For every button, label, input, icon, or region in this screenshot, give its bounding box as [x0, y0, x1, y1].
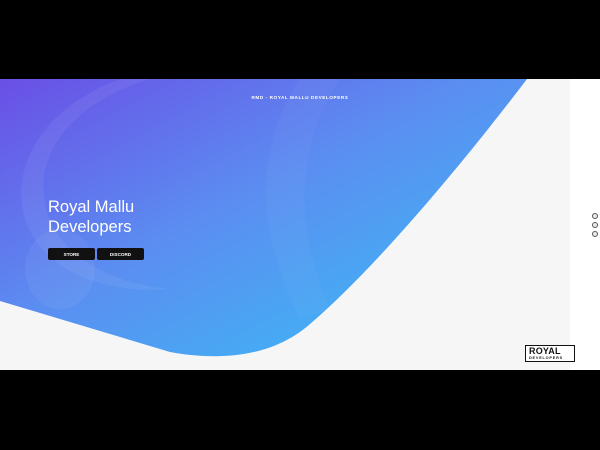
side-icon-bar	[592, 213, 600, 237]
logo-sub-text: DEVELOPERS	[529, 355, 563, 360]
royal-developers-logo[interactable]: ROYAL DEVELOPERS	[525, 345, 575, 362]
hero-title: Royal Mallu Developers	[48, 197, 248, 237]
support-icon[interactable]	[592, 222, 598, 228]
chat-icon[interactable]	[592, 213, 598, 219]
hero-title-line-2: Developers	[48, 218, 132, 236]
store-button[interactable]: STORE	[48, 248, 95, 260]
top-nav-title[interactable]: RMD - ROYAL MALLU DEVELOPERS	[0, 95, 600, 100]
landing-page: RMD - ROYAL MALLU DEVELOPERS Royal Mallu…	[0, 79, 600, 370]
hero-title-line-1: Royal Mallu	[48, 198, 135, 216]
discord-button[interactable]: DISCORD	[97, 248, 144, 260]
logo-main-text: ROYAL	[529, 346, 561, 356]
circle-icon[interactable]	[592, 231, 598, 237]
